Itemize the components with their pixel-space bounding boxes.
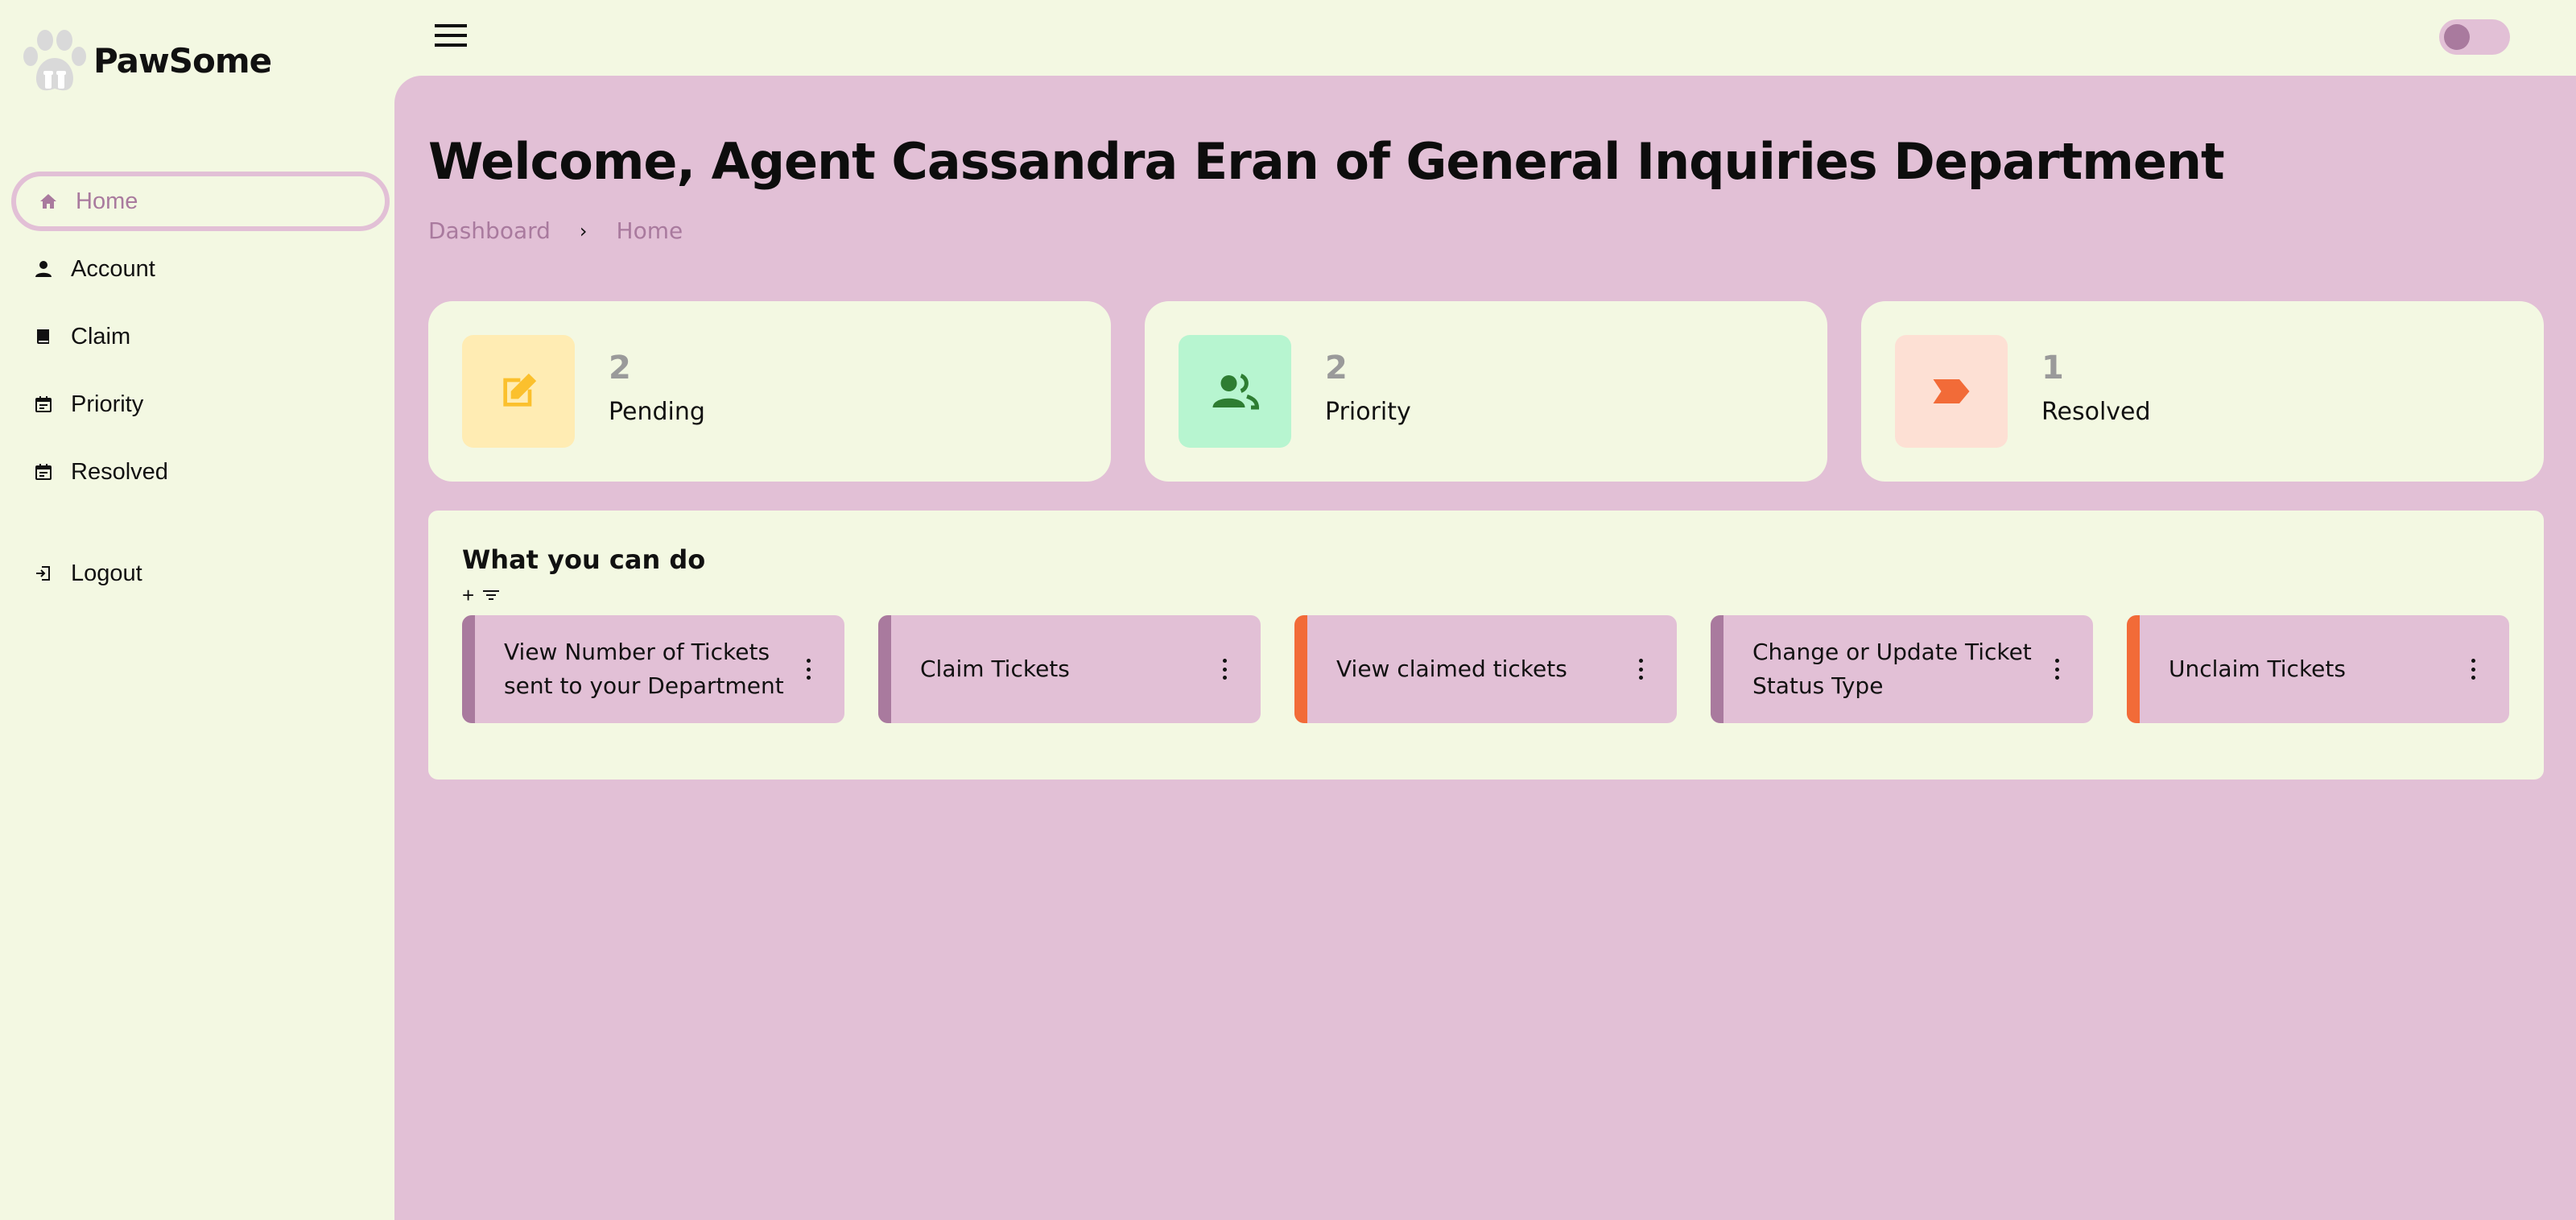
sidebar-item-resolved[interactable]: Resolved	[0, 438, 394, 506]
action-card-unclaim[interactable]: Unclaim Tickets	[2127, 615, 2509, 723]
action-card-view-claimed[interactable]: View claimed tickets	[1294, 615, 1677, 723]
more-vert-icon[interactable]	[1637, 659, 1645, 680]
brand[interactable]: PawSome	[16, 26, 272, 95]
stat-tile	[462, 335, 575, 448]
add-icon[interactable]: +	[462, 585, 474, 606]
actions-title: What you can do	[462, 544, 706, 575]
paw-logo-icon	[23, 30, 86, 91]
book-icon	[32, 325, 55, 348]
brand-name: PawSome	[93, 40, 272, 81]
card-accent-bar	[2127, 615, 2140, 723]
toggle-knob	[2444, 24, 2470, 50]
calendar-icon	[32, 393, 55, 416]
stats-row: 2 Pending 2 Priority 1 Resolved	[428, 301, 2544, 482]
card-label: Unclaim Tickets	[2169, 655, 2346, 682]
people-icon	[1212, 374, 1259, 410]
sidebar-item-label: Home	[76, 188, 138, 214]
stat-tile	[1895, 335, 2008, 448]
sidebar-item-label: Account	[71, 255, 155, 282]
card-label: View Number of Tickets sent to your Depa…	[504, 639, 784, 699]
stat-label: Resolved	[2041, 398, 2151, 426]
card-label: Change or Update Ticket Status Type	[1752, 639, 2032, 699]
sidebar-item-home[interactable]: Home	[11, 172, 390, 231]
stat-card-priority[interactable]: 2 Priority	[1145, 301, 1827, 482]
logout-icon	[32, 562, 55, 585]
hamburger-menu-icon[interactable]	[435, 23, 467, 48]
stat-count: 2	[609, 349, 631, 387]
sidebar-item-label: Resolved	[71, 458, 168, 485]
action-card-claim-tickets[interactable]: Claim Tickets	[878, 615, 1261, 723]
stat-tile	[1179, 335, 1291, 448]
stat-card-pending[interactable]: 2 Pending	[428, 301, 1111, 482]
breadcrumb-dashboard[interactable]: Dashboard	[428, 217, 551, 244]
breadcrumb-separator: ›	[579, 219, 588, 242]
edit-note-icon	[503, 373, 537, 407]
action-card-view-ticket-count[interactable]: View Number of Tickets sent to your Depa…	[462, 615, 844, 723]
label-arrow-icon	[1933, 379, 1970, 403]
actions-panel: What you can do + View Number of Tickets…	[428, 511, 2544, 780]
sidebar-item-label: Logout	[71, 560, 142, 586]
breadcrumb: Dashboard › Home	[428, 217, 683, 244]
stat-label: Pending	[609, 398, 705, 426]
card-accent-bar	[1711, 615, 1724, 723]
card-accent-bar	[878, 615, 891, 723]
card-accent-bar	[462, 615, 475, 723]
more-vert-icon[interactable]	[2469, 659, 2477, 680]
sidebar: PawSome Home Account Claim Priority Reso…	[0, 0, 394, 1220]
stat-label: Priority	[1325, 398, 1411, 426]
person-icon	[32, 258, 55, 280]
main-content: Welcome, Agent Cassandra Eran of General…	[394, 76, 2576, 1220]
stat-count: 1	[2041, 349, 2064, 387]
sidebar-item-label: Priority	[71, 391, 144, 417]
action-card-update-status[interactable]: Change or Update Ticket Status Type	[1711, 615, 2093, 723]
more-vert-icon[interactable]	[804, 659, 812, 680]
calendar-icon	[32, 461, 55, 483]
card-label: View claimed tickets	[1336, 655, 1567, 682]
breadcrumb-home: Home	[616, 217, 683, 244]
sidebar-item-logout[interactable]: Logout	[0, 540, 394, 607]
card-label: Claim Tickets	[920, 655, 1070, 682]
stat-count: 2	[1325, 349, 1348, 387]
more-vert-icon[interactable]	[2053, 659, 2061, 680]
home-icon	[37, 190, 60, 213]
more-vert-icon[interactable]	[1220, 659, 1228, 680]
card-accent-bar	[1294, 615, 1307, 723]
filter-icon[interactable]	[482, 588, 500, 602]
sidebar-item-claim[interactable]: Claim	[0, 303, 394, 370]
action-cards: View Number of Tickets sent to your Depa…	[462, 615, 2509, 723]
sidebar-item-label: Claim	[71, 323, 131, 349]
actions-toolbar: +	[462, 585, 500, 606]
stat-card-resolved[interactable]: 1 Resolved	[1861, 301, 2544, 482]
theme-toggle[interactable]	[2439, 19, 2510, 55]
sidebar-nav: Home Account Claim Priority Resolved Log…	[0, 167, 394, 607]
sidebar-item-priority[interactable]: Priority	[0, 370, 394, 438]
sidebar-item-account[interactable]: Account	[0, 235, 394, 303]
page-title: Welcome, Agent Cassandra Eran of General…	[428, 132, 2225, 191]
